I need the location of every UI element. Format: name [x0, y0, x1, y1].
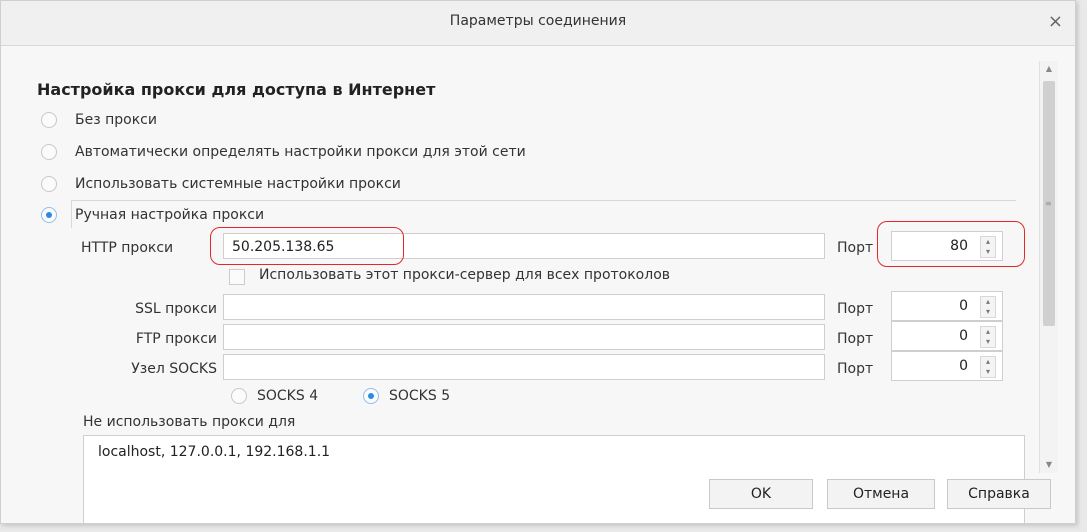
ftp-proxy-label: FTP прокси: [135, 331, 217, 347]
radio-label: SOCKS 4: [257, 388, 319, 404]
ssl-proxy-input[interactable]: [223, 294, 825, 320]
socks-port-label: Порт: [837, 361, 874, 377]
port-value: 0: [959, 328, 968, 344]
ftp-port-label: Порт: [837, 331, 874, 347]
port-value: 0: [959, 358, 968, 374]
dialog-content: Настройка прокси для доступа в Интернет …: [1, 46, 1039, 523]
radio-label: Ручная настройка прокси: [75, 207, 265, 223]
title-bar: Параметры соединения ×: [1, 1, 1075, 46]
ssl-port-input[interactable]: 0 ▴ ▾: [891, 291, 1003, 321]
radio-button[interactable]: [41, 112, 57, 128]
scroll-up-icon[interactable]: ▲: [1040, 61, 1058, 77]
annotation-highlight-http: [210, 227, 404, 265]
port-spinner[interactable]: ▴ ▾: [980, 296, 996, 318]
radio-button[interactable]: [41, 144, 57, 160]
vertical-scrollbar[interactable]: ▲ ≡ ▼: [1039, 61, 1058, 473]
radio-system-proxy[interactable]: Использовать системные настройки прокси: [41, 172, 401, 196]
radio-label: Автоматически определять настройки прокс…: [75, 144, 526, 160]
socks-host-label: Узел SOCKS: [131, 361, 217, 377]
port-spinner[interactable]: ▴ ▾: [980, 326, 996, 348]
radio-socks5[interactable]: SOCKS 5: [363, 384, 450, 408]
radio-label: SOCKS 5: [389, 388, 451, 404]
radio-button[interactable]: [231, 388, 247, 404]
ftp-port-input[interactable]: 0 ▴ ▾: [891, 321, 1003, 351]
annotation-highlight-port: [877, 221, 1025, 267]
dialog-title: Параметры соединения: [449, 13, 627, 29]
radio-button[interactable]: [363, 388, 379, 404]
port-value: 0: [959, 298, 968, 314]
http-port-label: Порт: [837, 240, 874, 256]
scroll-down-icon[interactable]: ▼: [1040, 457, 1058, 473]
section-title: Настройка прокси для доступа в Интернет: [37, 80, 436, 99]
use-for-all-checkbox[interactable]: [229, 269, 245, 285]
cancel-button[interactable]: Отмена: [827, 479, 935, 509]
port-spinner[interactable]: ▴ ▾: [980, 356, 996, 378]
radio-button[interactable]: [41, 207, 57, 223]
socks-host-input[interactable]: [223, 354, 825, 380]
ok-button[interactable]: OK: [709, 479, 813, 509]
http-proxy-label: HTTP прокси: [81, 240, 174, 256]
close-icon[interactable]: ×: [1048, 11, 1063, 32]
socks-port-input[interactable]: 0 ▴ ▾: [891, 351, 1003, 381]
radio-label: Без прокси: [75, 112, 157, 128]
radio-button[interactable]: [41, 176, 57, 192]
use-for-all-label: Использовать этот прокси-сервер для всех…: [259, 267, 671, 283]
ssl-proxy-label: SSL прокси: [135, 301, 217, 317]
ftp-proxy-input[interactable]: [223, 324, 825, 350]
no-proxy-label: Не использовать прокси для: [83, 414, 296, 430]
radio-socks4[interactable]: SOCKS 4: [231, 384, 318, 408]
radio-manual-proxy[interactable]: Ручная настройка прокси: [41, 203, 264, 227]
radio-auto-detect[interactable]: Автоматически определять настройки прокс…: [41, 140, 526, 164]
radio-no-proxy[interactable]: Без прокси: [41, 108, 157, 132]
radio-label: Использовать системные настройки прокси: [75, 176, 401, 192]
grip-icon: ≡: [1045, 199, 1052, 208]
help-button[interactable]: Справка: [947, 479, 1051, 509]
connection-settings-dialog: Параметры соединения × Настройка прокси …: [0, 0, 1076, 524]
ssl-port-label: Порт: [837, 301, 874, 317]
